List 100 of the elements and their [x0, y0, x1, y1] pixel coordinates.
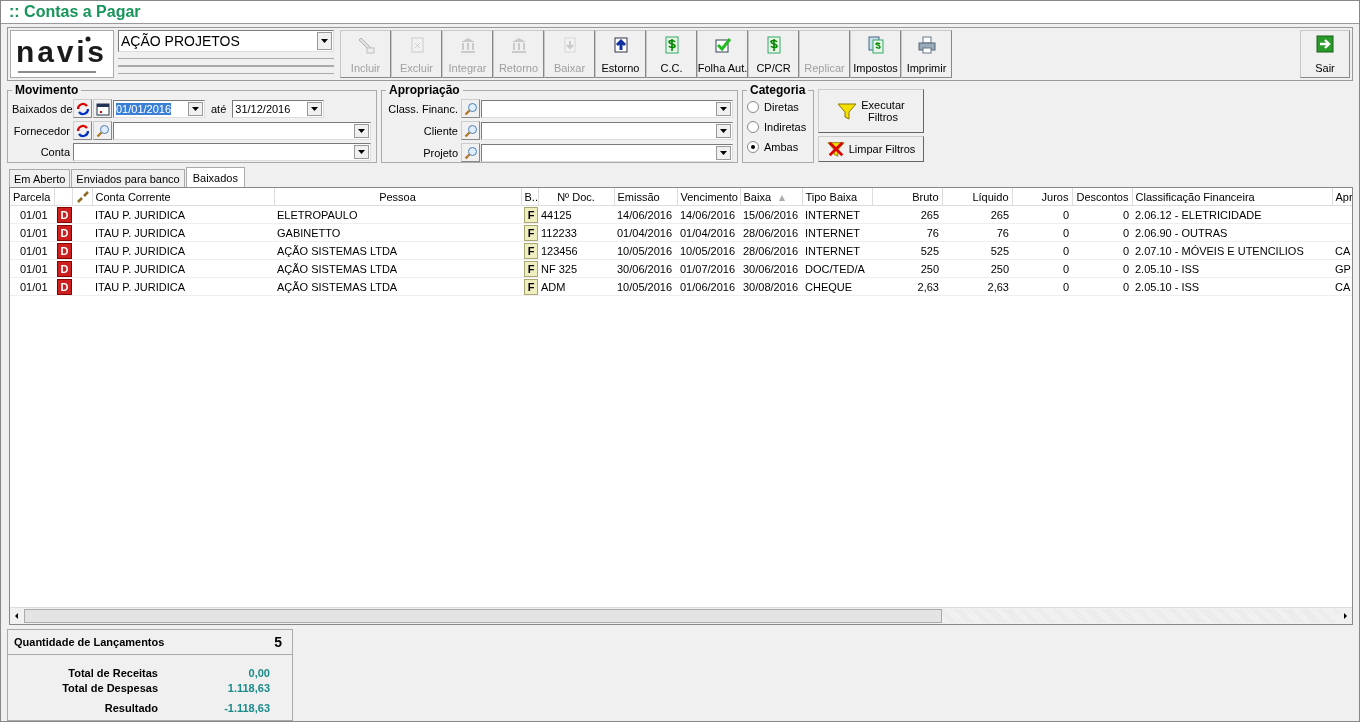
column-header[interactable]: Nº Doc. — [557, 190, 595, 203]
caret-icon[interactable] — [321, 39, 328, 43]
toolbar-button[interactable]: CP/CR — [748, 30, 799, 78]
payment-type-cell: INTERNET — [805, 208, 860, 221]
date-cell: 10/05/2016 — [617, 280, 673, 293]
caret-icon[interactable] — [192, 106, 199, 111]
toolbar-button[interactable]: Estorno — [595, 30, 646, 78]
column-header[interactable]: Vencimento — [680, 190, 738, 203]
account-select[interactable] — [73, 143, 371, 161]
date-cell: 30/06/2016 — [743, 262, 799, 275]
caret-icon[interactable] — [311, 106, 319, 111]
column-header[interactable]: B.. — [524, 190, 537, 203]
date-to-field[interactable]: 31/12/2016 — [232, 99, 325, 118]
doc-cell: 112233 — [541, 226, 577, 239]
tab[interactable]: Baixados — [185, 167, 245, 187]
column-header[interactable]: Parcela — [13, 190, 51, 203]
caret-icon[interactable] — [358, 150, 365, 154]
type-badge: D — [57, 206, 72, 223]
category-cell: 2.06.12 - ELETRICIDADE — [1135, 208, 1262, 221]
sort-icon — [779, 194, 786, 201]
group-title: Categoria — [749, 83, 807, 97]
total-label: Resultado — [103, 701, 158, 714]
doc-cell: ADM — [541, 280, 566, 293]
column-header[interactable]: Descontos — [1076, 190, 1129, 203]
category-cell: 2.07.10 - MÓVEIS E UTENCILIOS — [1135, 244, 1304, 257]
caret-icon[interactable] — [358, 128, 365, 133]
date-cell: 10/05/2016 — [680, 244, 736, 257]
date-from-field[interactable]: 01/01/2016 — [113, 99, 205, 118]
select-field[interactable] — [481, 99, 733, 118]
column-header[interactable]: Tipo Baixa — [805, 190, 858, 203]
account-cell: ITAU P. JURIDICA — [95, 226, 186, 239]
refresh-icon[interactable] — [73, 121, 92, 140]
run-filters-button[interactable]: Executar Filtros — [818, 89, 924, 133]
account-cell: ITAU P. JURIDICA — [95, 208, 186, 221]
column-header[interactable]: Bruto — [912, 190, 939, 203]
total-value: 1.118,63 — [226, 681, 270, 694]
select-field[interactable] — [481, 121, 733, 140]
account-cell: ITAU P. JURIDICA — [95, 280, 186, 293]
type-badge: D — [57, 224, 72, 241]
field-label: Cliente — [422, 124, 458, 137]
parcel-cell: 01/01 — [20, 262, 48, 275]
tab[interactable]: Em Aberto — [9, 169, 71, 187]
amount-cell: 0 — [1122, 280, 1129, 293]
exit-button[interactable]: Sair — [1300, 30, 1350, 78]
date-cell: 15/06/2016 — [743, 208, 799, 221]
clear-filters-button[interactable]: Limpar Filtros — [818, 136, 924, 162]
date-cell: 01/07/2016 — [680, 262, 736, 275]
caret-icon[interactable] — [720, 106, 727, 111]
table-cell: GP — [1335, 262, 1351, 275]
date-cell: 10/05/2016 — [617, 244, 673, 257]
refresh-icon[interactable] — [73, 99, 92, 118]
caret-icon[interactable] — [720, 150, 727, 155]
flag-badge: F — [524, 206, 538, 223]
toolbar-button[interactable]: Impostos — [850, 30, 901, 78]
total-value: 0,00 — [247, 666, 270, 679]
search-icon[interactable] — [461, 121, 480, 140]
column-header[interactable]: Apr — [1335, 190, 1352, 203]
amount-cell: 525 — [990, 244, 1009, 257]
column-header[interactable]: Classificação Financeira — [1135, 190, 1255, 203]
amount-cell: 2,63 — [917, 280, 939, 293]
payment-type-cell: INTERNET — [805, 226, 860, 239]
table-cell: CA — [1335, 280, 1351, 293]
column-header[interactable]: Líquido — [972, 190, 1009, 203]
person-cell: ELETROPAULO — [277, 208, 358, 221]
search-icon[interactable] — [461, 99, 480, 118]
horizontal-scrollbar[interactable] — [10, 607, 1352, 624]
toolbar-button[interactable]: Imprimir — [901, 30, 952, 78]
payment-type-cell: DOC/TED/A — [805, 262, 865, 275]
select-field[interactable] — [481, 143, 733, 162]
amount-cell: 0 — [1062, 208, 1069, 221]
flag-badge: F — [524, 260, 538, 277]
toolbar-button[interactable]: Folha Aut. — [697, 30, 748, 78]
company-select[interactable]: AÇÃO PROJETOS — [118, 30, 334, 52]
supplier-select[interactable] — [113, 121, 371, 140]
date-cell: 14/06/2016 — [680, 208, 736, 221]
date-cell: 28/06/2016 — [743, 226, 799, 239]
amount-cell: 76 — [926, 226, 939, 239]
count-label: Quantidade de Lançamentos — [14, 636, 165, 648]
search-icon[interactable] — [461, 143, 480, 162]
tab[interactable]: Enviados para banco — [71, 169, 185, 187]
field-label: Conta — [39, 146, 70, 158]
window-title: :: Contas a Pagar — [9, 3, 141, 21]
calendar-icon[interactable] — [93, 99, 112, 118]
group-title: Apropriação — [388, 83, 461, 97]
column-header[interactable]: Baixa — [743, 190, 772, 203]
total-label: Total de Despesas — [61, 681, 158, 694]
column-header[interactable]: Conta Corrente — [95, 190, 171, 203]
type-badge: D — [57, 278, 72, 295]
doc-cell: 123456 — [541, 244, 578, 257]
parcel-cell: 01/01 — [20, 244, 48, 257]
radio-option[interactable]: Diretas — [747, 99, 809, 115]
type-badge: D — [57, 242, 72, 259]
column-header[interactable]: Pessoa — [379, 190, 416, 203]
column-header[interactable]: Juros — [1041, 190, 1069, 203]
toolbar-button[interactable]: C.C. — [646, 30, 697, 78]
column-header[interactable]: Emissão — [617, 190, 660, 203]
radio-option[interactable]: Indiretas — [747, 119, 809, 135]
person-cell: GABINETTO — [277, 226, 341, 239]
radio-option[interactable]: Ambas — [747, 139, 809, 155]
caret-icon[interactable] — [720, 128, 727, 133]
